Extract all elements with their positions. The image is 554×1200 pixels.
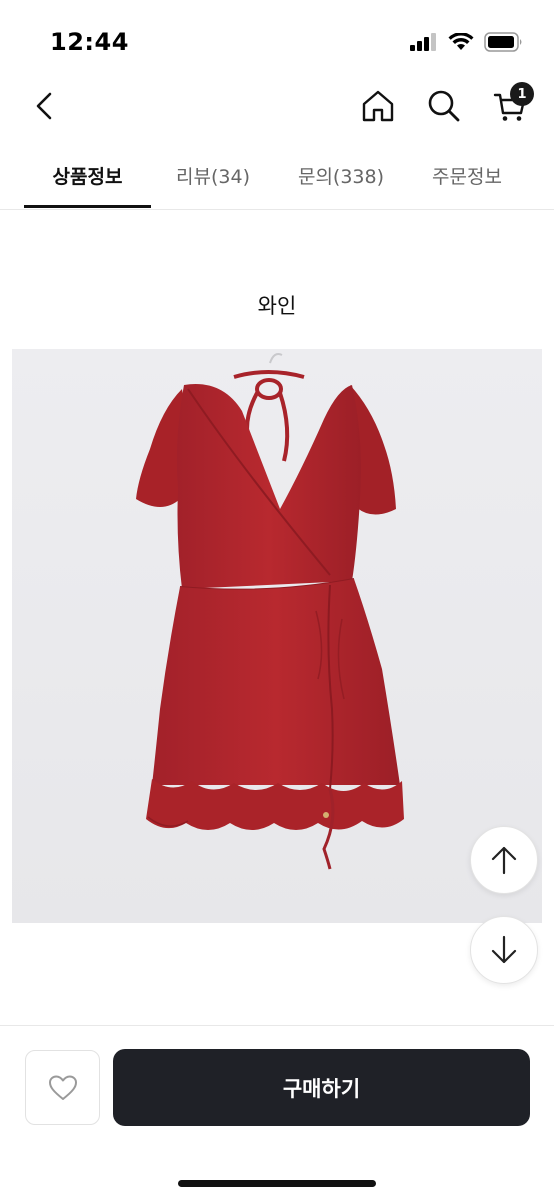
tab-reviews[interactable]: 리뷰(34)	[160, 162, 266, 189]
battery-icon	[484, 32, 522, 52]
scroll-up-button[interactable]	[470, 826, 538, 894]
cart-count-badge: 1	[510, 82, 534, 106]
heart-icon	[48, 1075, 77, 1100]
wifi-icon	[448, 33, 474, 50]
back-button[interactable]	[28, 86, 60, 126]
buy-button[interactable]: 구매하기	[113, 1049, 530, 1126]
cart-button[interactable]: 1	[488, 82, 534, 128]
status-bar: 12:44	[0, 0, 554, 80]
active-tab-indicator	[24, 205, 151, 208]
tab-bar: 상품정보 리뷰(34) 문의(338) 주문정보	[0, 150, 554, 210]
status-icons	[410, 32, 524, 52]
tab-inquiries[interactable]: 문의(338)	[282, 162, 400, 189]
bottom-bar-divider	[0, 1025, 554, 1026]
home-indicator	[178, 1180, 376, 1187]
search-icon	[428, 90, 460, 122]
chevron-left-icon	[36, 92, 52, 120]
home-button[interactable]	[356, 84, 400, 128]
status-time: 12:44	[50, 28, 129, 56]
arrow-up-icon	[491, 846, 517, 875]
arrow-down-icon	[491, 935, 517, 964]
color-option-label: 와인	[257, 294, 297, 318]
wishlist-button[interactable]	[25, 1050, 100, 1125]
product-image	[12, 349, 542, 923]
scroll-down-button[interactable]	[470, 916, 538, 984]
search-button[interactable]	[422, 84, 466, 128]
signal-icon	[410, 33, 436, 51]
nav-actions: 1	[356, 82, 534, 128]
nav-bar: 1	[0, 80, 554, 136]
home-icon	[362, 90, 394, 122]
tab-product-info[interactable]: 상품정보	[24, 162, 151, 189]
tab-order-info[interactable]: 주문정보	[416, 162, 518, 189]
dress-illustration	[12, 349, 542, 923]
